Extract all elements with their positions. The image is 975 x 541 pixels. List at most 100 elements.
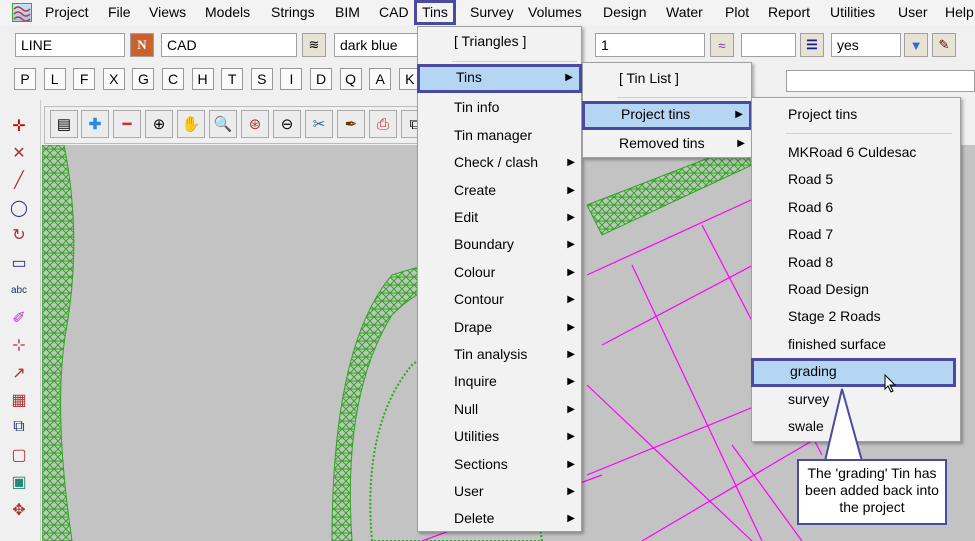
move-icon[interactable]: ✥: [4, 498, 34, 522]
pan-hand-icon[interactable]: ✋: [177, 110, 205, 138]
filter-letter-a[interactable]: A: [369, 68, 392, 90]
project-tin-item[interactable]: Road 7: [752, 221, 960, 248]
paint-icon[interactable]: ✐: [4, 306, 34, 330]
menu-views[interactable]: Views: [149, 4, 186, 20]
project-tin-item[interactable]: finished surface: [752, 331, 960, 358]
tins-menu-item[interactable]: [ Triangles ]: [418, 28, 581, 55]
layers-icon[interactable]: ≋: [302, 33, 326, 57]
polygon-icon[interactable]: ▢: [4, 443, 34, 467]
tins-menu-item[interactable]: Tin manager: [418, 122, 581, 149]
tins-menu-item[interactable]: Inquire ▶: [418, 368, 581, 395]
dropdown-icon[interactable]: ▼: [904, 33, 928, 57]
name-button[interactable]: N: [130, 33, 154, 57]
menu-design[interactable]: Design: [603, 4, 647, 20]
table-icon[interactable]: ▦: [4, 388, 34, 412]
menu-plot[interactable]: Plot: [725, 4, 749, 20]
dimension-icon[interactable]: ⊹: [4, 333, 34, 357]
zoom-extent-icon[interactable]: ⊕: [145, 110, 173, 138]
menu-file[interactable]: File: [108, 4, 131, 20]
tins-menu-item[interactable]: Check / clash ▶: [418, 149, 581, 176]
filter-letter-q[interactable]: Q: [339, 68, 362, 90]
filter-letter-s[interactable]: S: [250, 68, 273, 90]
menu-utilities[interactable]: Utilities: [830, 4, 875, 20]
tins-menu-item[interactable]: Edit ▶: [418, 204, 581, 231]
tins-menu-item[interactable]: Tin analysis ▶: [418, 341, 581, 368]
measure-icon[interactable]: ↗: [4, 361, 34, 385]
tins-menu-item[interactable]: Sections ▶: [418, 451, 581, 478]
tins-menu-item[interactable]: Tin info: [418, 94, 581, 121]
eyedropper-icon[interactable]: ✎: [932, 33, 956, 57]
zoom-in-icon[interactable]: 🔍: [209, 110, 237, 138]
clip-icon[interactable]: ✂: [305, 110, 333, 138]
model-field[interactable]: CAD: [161, 33, 297, 57]
menu-models[interactable]: Models: [205, 4, 250, 20]
rectangle-icon[interactable]: ▭: [4, 251, 34, 275]
filter-letter-h[interactable]: H: [191, 68, 214, 90]
project-tin-item[interactable]: grading: [751, 358, 956, 388]
project-tin-item[interactable]: Road Design: [752, 276, 960, 303]
menu-volumes[interactable]: Volumes: [528, 4, 582, 20]
menu-bim[interactable]: BIM: [335, 4, 360, 20]
text-icon[interactable]: abc: [4, 278, 34, 302]
submenu-tin-list[interactable]: [ Tin List ]: [583, 65, 751, 92]
tins-menu-item[interactable]: Null ▶: [418, 396, 581, 423]
project-tin-item[interactable]: Road 5: [752, 166, 960, 193]
project-tin-item[interactable]: Stage 2 Roads: [752, 303, 960, 330]
pan-plus-icon[interactable]: ✚: [81, 110, 109, 138]
view-window-icon[interactable]: ▤: [50, 110, 78, 138]
flag-field[interactable]: yes: [831, 33, 901, 57]
point-icon[interactable]: ✛: [4, 114, 34, 138]
filter-letter-g[interactable]: G: [132, 68, 155, 90]
menu-cad[interactable]: CAD: [379, 4, 409, 20]
menu-strings[interactable]: Strings: [271, 4, 315, 20]
menu-water[interactable]: Water: [666, 4, 703, 20]
image-icon[interactable]: ▣: [4, 470, 34, 494]
tins-menu-item[interactable]: Utilities ▶: [418, 423, 581, 450]
filter-letter-p[interactable]: P: [14, 68, 36, 90]
linestyle-icon[interactable]: ≈: [710, 33, 734, 57]
string-type-field[interactable]: LINE: [15, 33, 125, 57]
line-icon[interactable]: ╱: [4, 168, 34, 192]
style-field[interactable]: [741, 33, 796, 57]
tins-menu-item[interactable]: Boundary ▶: [418, 231, 581, 258]
filter-letter-t[interactable]: T: [221, 68, 244, 90]
filter-letter-x[interactable]: X: [102, 68, 125, 90]
window-icon[interactable]: ⧉: [4, 415, 34, 439]
zoom-center-icon[interactable]: ⊛: [241, 110, 269, 138]
chevron-right-icon: ▶: [735, 109, 743, 120]
circle-icon[interactable]: ◯: [4, 196, 34, 220]
menu-project[interactable]: Project: [45, 4, 89, 20]
tins-menu-item[interactable]: Drape ▶: [418, 314, 581, 341]
tins-menu-item[interactable]: User ▶: [418, 478, 581, 505]
zoom-out-icon[interactable]: ⊖: [273, 110, 301, 138]
print-icon[interactable]: ⎙: [369, 110, 397, 138]
colour-field[interactable]: dark blue: [334, 33, 418, 57]
brush-icon[interactable]: ✒: [337, 110, 365, 138]
weight-field[interactable]: 1: [595, 33, 705, 57]
arc-icon[interactable]: ↻: [4, 223, 34, 247]
tins-menu-item[interactable]: Colour ▶: [418, 259, 581, 286]
menu-user[interactable]: User: [898, 4, 928, 20]
menu-tins[interactable]: Tins: [414, 0, 456, 25]
submenu-project-tins[interactable]: Project tins ▶: [582, 101, 752, 130]
submenu-removed-tins[interactable]: Removed tins ▶: [583, 130, 751, 157]
filter-letter-l[interactable]: L: [43, 68, 66, 90]
cross-icon[interactable]: ✕: [4, 141, 34, 165]
tins-menu-item[interactable]: Create ▶: [418, 177, 581, 204]
project-tin-item[interactable]: Road 8: [752, 249, 960, 276]
project-tin-item[interactable]: Road 6: [752, 194, 960, 221]
menu-help[interactable]: Help: [945, 4, 974, 20]
filter-letter-i[interactable]: I: [280, 68, 303, 90]
filter-letter-c[interactable]: C: [162, 68, 184, 90]
filter-letter-f[interactable]: F: [73, 68, 96, 90]
command-input[interactable]: [786, 70, 975, 92]
tins-menu-item[interactable]: Contour ▶: [418, 286, 581, 313]
menu-report[interactable]: Report: [768, 4, 810, 20]
lines-icon[interactable]: ☰: [800, 33, 824, 57]
filter-letter-d[interactable]: D: [310, 68, 332, 90]
project-tin-item[interactable]: MKRoad 6 Culdesac: [752, 139, 960, 166]
minus-icon[interactable]: ━: [113, 110, 141, 138]
tins-menu-item[interactable]: Tins ▶: [417, 64, 582, 93]
tins-menu-item[interactable]: Delete ▶: [418, 505, 581, 532]
menu-survey[interactable]: Survey: [470, 4, 514, 20]
